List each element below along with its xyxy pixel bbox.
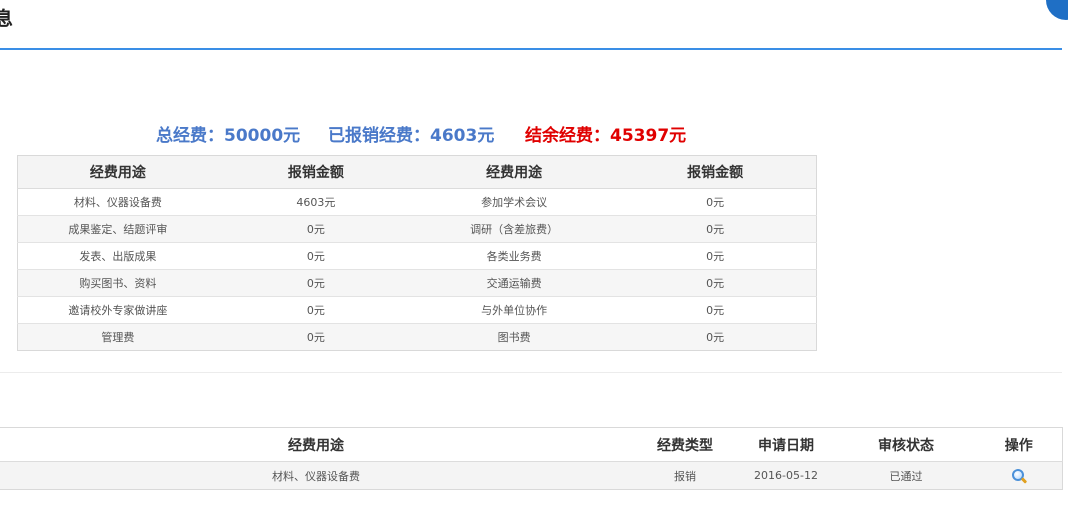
budget-purpose: 发表、出版成果 [17, 242, 218, 270]
table-header-row: 经费用途 经费类型 申请日期 审核状态 操作 [0, 427, 1062, 462]
budget-amount: 0元 [217, 296, 414, 324]
column-header-purpose: 经费用途 [413, 155, 615, 189]
budget-amount: 0元 [614, 215, 817, 243]
reimbursement-records-table: 经费用途 经费类型 申请日期 审核状态 操作 材料、仪器设备费 报销 2016-… [0, 427, 1063, 490]
column-header-amount: 报销金额 [614, 155, 817, 189]
budget-purpose: 图书费 [413, 323, 615, 351]
column-header-purpose: 经费用途 [0, 427, 634, 462]
column-header-status: 审核状态 [836, 427, 976, 462]
corner-badge [1046, 0, 1068, 20]
column-header-amount: 报销金额 [217, 155, 414, 189]
table-row: 邀请校外专家做讲座 0元 与外单位协作 0元 [17, 296, 817, 324]
total-funding: 总经费：50000元 [156, 126, 301, 146]
budget-purpose: 各类业务费 [413, 242, 615, 270]
page-title: 息 [0, 8, 14, 30]
table-row: 材料、仪器设备费 报销 2016-05-12 已通过 [0, 461, 1062, 490]
budget-purpose: 邀请校外专家做讲座 [17, 296, 218, 324]
column-header-type: 经费类型 [634, 427, 736, 462]
budget-amount: 0元 [217, 242, 414, 270]
column-header-date: 申请日期 [736, 427, 836, 462]
budget-amount: 0元 [614, 269, 817, 297]
budget-purpose: 交通运输费 [413, 269, 615, 297]
balance-funding: 结余经费：45397元 [525, 126, 687, 146]
column-header-action: 操作 [976, 427, 1062, 462]
budget-amount: 0元 [614, 188, 817, 216]
table-header-row: 经费用途 报销金额 经费用途 报销金额 [17, 155, 817, 189]
magnifier-icon[interactable] [1011, 468, 1027, 484]
budget-amount: 0元 [217, 269, 414, 297]
record-status: 已通过 [836, 461, 976, 490]
header-divider [0, 48, 1062, 50]
budget-breakdown-table: 经费用途 报销金额 经费用途 报销金额 材料、仪器设备费 4603元 参加学术会… [17, 155, 817, 351]
budget-amount: 0元 [217, 215, 414, 243]
budget-purpose: 购买图书、资料 [17, 269, 218, 297]
record-action [976, 461, 1062, 490]
table-row: 发表、出版成果 0元 各类业务费 0元 [17, 242, 817, 270]
budget-purpose: 与外单位协作 [413, 296, 615, 324]
record-date: 2016-05-12 [736, 461, 836, 490]
table-row: 材料、仪器设备费 4603元 参加学术会议 0元 [17, 188, 817, 216]
reimbursed-funding: 已报销经费：4603元 [328, 126, 495, 146]
budget-purpose: 调研（含差旅费） [413, 215, 615, 243]
budget-purpose: 管理费 [17, 323, 218, 351]
budget-amount: 4603元 [217, 188, 414, 216]
table-row: 管理费 0元 图书费 0元 [17, 323, 817, 351]
record-type: 报销 [634, 461, 736, 490]
funding-summary: 总经费：50000元 已报销经费：4603元 结余经费：45397元 [0, 121, 1068, 146]
budget-purpose: 材料、仪器设备费 [17, 188, 218, 216]
budget-amount: 0元 [614, 242, 817, 270]
budget-purpose: 参加学术会议 [413, 188, 615, 216]
table-row: 购买图书、资料 0元 交通运输费 0元 [17, 269, 817, 297]
budget-amount: 0元 [217, 323, 414, 351]
record-purpose: 材料、仪器设备费 [0, 461, 634, 490]
budget-amount: 0元 [614, 323, 817, 351]
section-divider [0, 372, 1062, 373]
budget-purpose: 成果鉴定、结题评审 [17, 215, 218, 243]
column-header-purpose: 经费用途 [17, 155, 218, 189]
table-row: 成果鉴定、结题评审 0元 调研（含差旅费） 0元 [17, 215, 817, 243]
budget-amount: 0元 [614, 296, 817, 324]
